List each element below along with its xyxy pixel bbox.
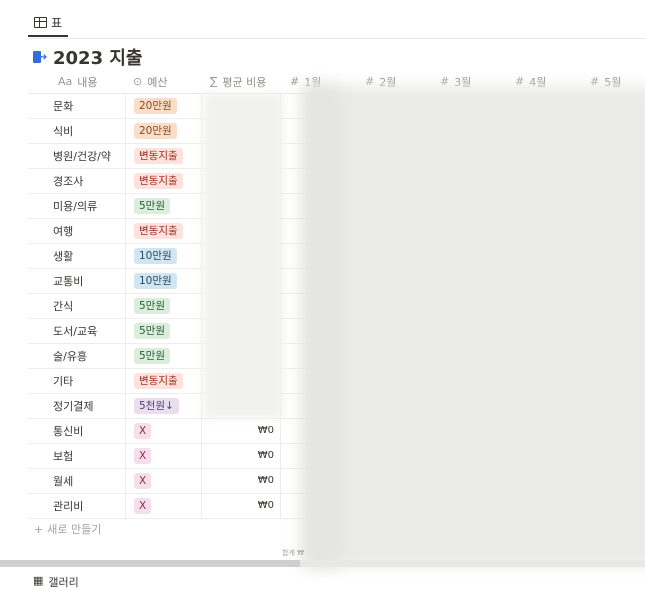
column-header-name[interactable]: Aa 내용 bbox=[58, 70, 98, 93]
budget-tag: X bbox=[134, 447, 152, 464]
row-name[interactable]: 통신비 bbox=[28, 418, 126, 443]
row-budget[interactable]: 변동지출 bbox=[127, 143, 202, 168]
page-title: ➔ 2023 지출 bbox=[33, 44, 142, 70]
budget-tag: 변동지출 bbox=[134, 147, 183, 164]
plus-icon: + bbox=[34, 522, 44, 536]
gallery-view-tab[interactable]: ▦ 갤러리 bbox=[33, 574, 79, 590]
row-name[interactable]: 문화 bbox=[28, 93, 126, 118]
row-name[interactable]: 도서/교육 bbox=[28, 318, 126, 343]
budget-tag: 변동지출 bbox=[134, 172, 183, 189]
number-type-icon: # bbox=[290, 75, 300, 88]
page-title-text[interactable]: 2023 지출 bbox=[53, 44, 142, 70]
row-budget[interactable]: 변동지출 bbox=[127, 368, 202, 393]
row-budget[interactable]: 5천원↓ bbox=[127, 393, 202, 418]
budget-tag: 5만원 bbox=[134, 197, 171, 214]
row-budget[interactable]: 10만원 bbox=[127, 268, 202, 293]
row-name[interactable]: 간식 bbox=[28, 293, 126, 318]
column-header-avg[interactable]: ∑ 평균 비용 bbox=[210, 70, 266, 93]
gallery-icon: ▦ bbox=[33, 574, 44, 587]
select-type-icon: ⊙ bbox=[133, 75, 143, 88]
budget-tag: 10만원 bbox=[134, 272, 177, 289]
tab-table-label: 표 bbox=[51, 15, 63, 30]
row-budget[interactable]: 5만원 bbox=[127, 193, 202, 218]
new-row-button[interactable]: + 새로 만들기 bbox=[34, 521, 101, 537]
budget-tag: 5만원 bbox=[134, 347, 171, 364]
tab-table[interactable]: 표 bbox=[28, 9, 69, 37]
row-avg-cost: ₩0 bbox=[203, 443, 281, 468]
budget-tag: 변동지출 bbox=[134, 222, 183, 239]
calculation-sum[interactable]: 합계 ₩ bbox=[282, 548, 304, 558]
row-name[interactable]: 술/유흥 bbox=[28, 343, 126, 368]
gallery-label: 갤러리 bbox=[48, 576, 79, 589]
row-name[interactable]: 식비 bbox=[28, 118, 126, 143]
row-budget[interactable]: 변동지출 bbox=[127, 168, 202, 193]
budget-tag: 변동지출 bbox=[134, 372, 183, 389]
row-avg-cost: ₩0 bbox=[203, 418, 281, 443]
row-name[interactable]: 교통비 bbox=[28, 268, 126, 293]
budget-tag: 10만원 bbox=[134, 247, 177, 264]
budget-tag: 5천원↓ bbox=[134, 397, 179, 414]
row-budget[interactable]: X bbox=[127, 418, 202, 443]
row-budget[interactable]: 20만원 bbox=[127, 93, 202, 118]
budget-tag: 5만원 bbox=[134, 297, 171, 314]
row-avg-cost: ₩0 bbox=[203, 468, 281, 493]
budget-tag: X bbox=[134, 497, 152, 514]
row-budget[interactable]: 5만원 bbox=[127, 343, 202, 368]
budget-tag: 20만원 bbox=[134, 97, 177, 114]
view-tabs: 표 bbox=[28, 0, 645, 39]
budget-tag: 5만원 bbox=[134, 322, 171, 339]
blurred-month-values bbox=[304, 86, 645, 566]
row-budget[interactable]: 20만원 bbox=[127, 118, 202, 143]
row-name[interactable]: 기타 bbox=[28, 368, 126, 393]
column-header-budget[interactable]: ⊙ 예산 bbox=[133, 70, 167, 93]
budget-tag: 20만원 bbox=[134, 122, 177, 139]
new-row-label: 새로 만들기 bbox=[47, 523, 102, 536]
blurred-avg-values bbox=[203, 93, 283, 418]
row-name[interactable]: 생활 bbox=[28, 243, 126, 268]
row-name[interactable]: 보험 bbox=[28, 443, 126, 468]
row-name[interactable]: 병원/건강/약 bbox=[28, 143, 126, 168]
row-name[interactable]: 관리비 bbox=[28, 493, 126, 518]
row-budget[interactable]: 5만원 bbox=[127, 318, 202, 343]
text-type-icon: Aa bbox=[58, 75, 73, 88]
row-avg-cost: ₩0 bbox=[203, 493, 281, 518]
row-budget[interactable]: X bbox=[127, 493, 202, 518]
row-budget[interactable]: 10만원 bbox=[127, 243, 202, 268]
scrollbar-thumb[interactable] bbox=[0, 560, 300, 567]
row-name[interactable]: 월세 bbox=[28, 468, 126, 493]
exit-icon: ➔ bbox=[33, 50, 47, 64]
budget-tag: X bbox=[134, 472, 152, 489]
budget-tag: X bbox=[134, 422, 152, 439]
horizontal-scrollbar[interactable] bbox=[0, 560, 645, 567]
blurred-month-values-edge bbox=[304, 86, 339, 566]
table-icon bbox=[34, 16, 47, 28]
row-name[interactable]: 경조사 bbox=[28, 168, 126, 193]
row-budget[interactable]: 5만원 bbox=[127, 293, 202, 318]
row-budget[interactable]: 변동지출 bbox=[127, 218, 202, 243]
row-name[interactable]: 여행 bbox=[28, 218, 126, 243]
row-budget[interactable]: X bbox=[127, 443, 202, 468]
row-name[interactable]: 정기결제 bbox=[28, 393, 126, 418]
row-budget[interactable]: X bbox=[127, 468, 202, 493]
formula-type-icon: ∑ bbox=[210, 75, 218, 88]
row-name[interactable]: 미용/의류 bbox=[28, 193, 126, 218]
